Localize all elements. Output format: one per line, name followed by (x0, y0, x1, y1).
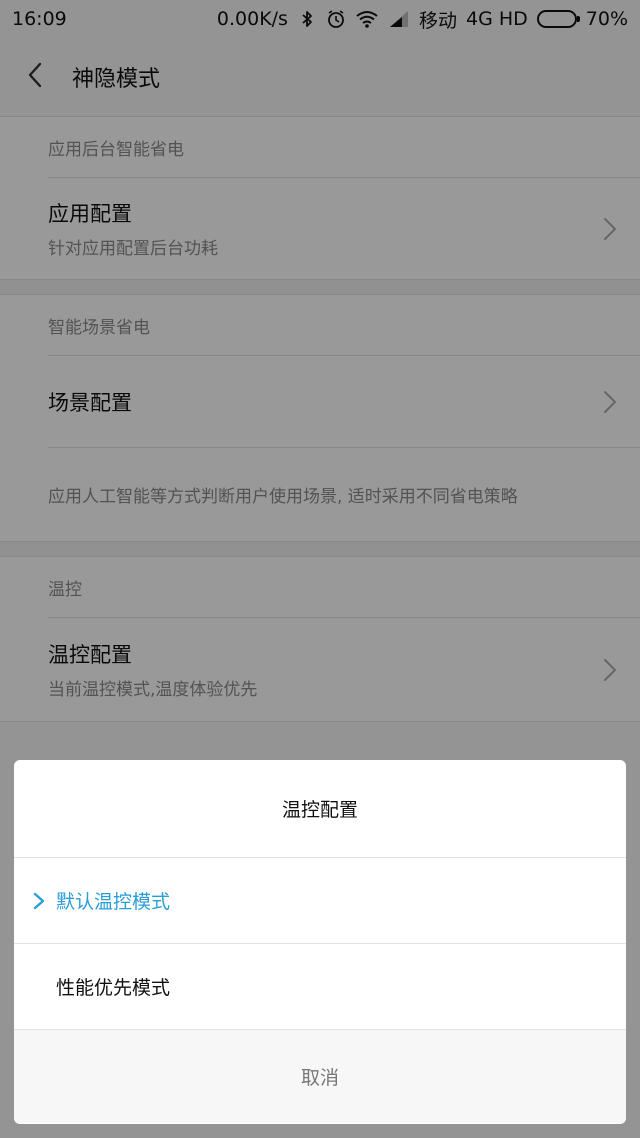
settings-screen: 16:09 0.00K/s 移动 4G HD 70% 神隐模式 应用后台智能省电… (0, 0, 640, 1138)
selected-chevron-icon (32, 892, 46, 910)
option-performance-first[interactable]: 性能优先模式 (14, 944, 626, 1030)
option-label: 默认温控模式 (56, 891, 171, 913)
option-default-thermal[interactable]: 默认温控模式 (14, 858, 626, 944)
option-label: 性能优先模式 (56, 977, 171, 999)
cancel-button[interactable]: 取消 (14, 1030, 626, 1123)
thermal-config-dialog: 温控配置 默认温控模式 性能优先模式 取消 (14, 760, 626, 1124)
dialog-title: 温控配置 (14, 760, 626, 858)
